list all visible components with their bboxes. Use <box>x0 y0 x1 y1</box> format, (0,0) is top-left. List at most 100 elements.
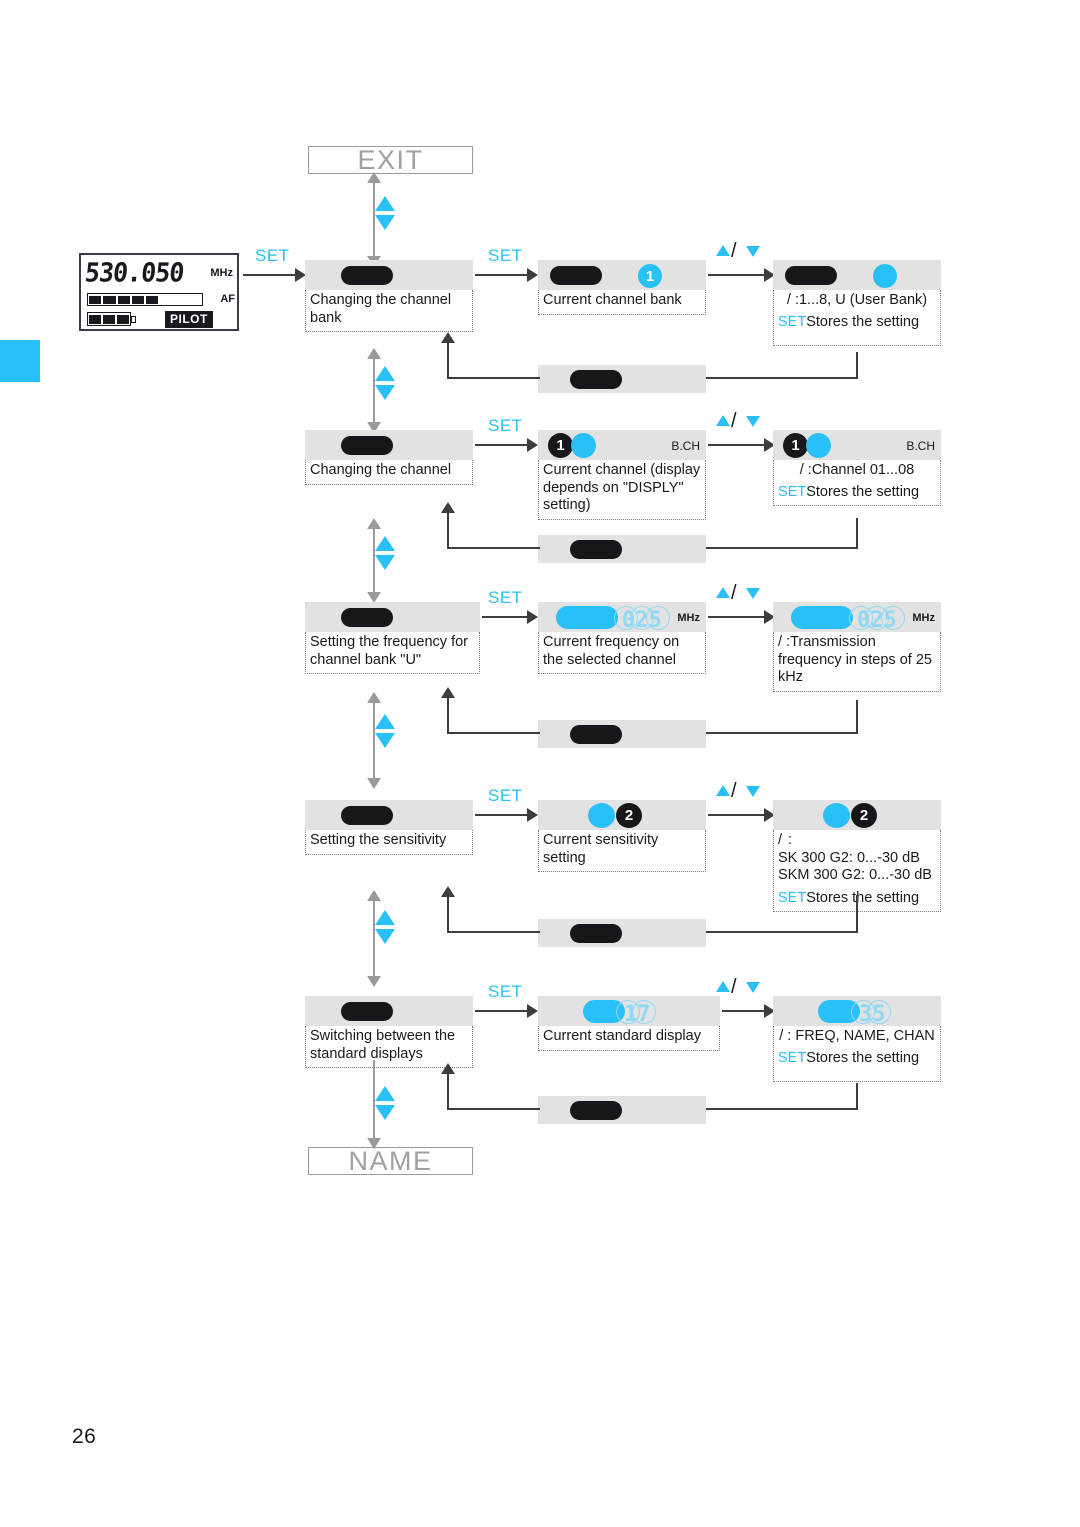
current-cell-channel-bank[interactable]: 1 Current channel bank <box>538 260 706 315</box>
return-cell-row4[interactable] <box>538 919 706 947</box>
current-screen-frequency: 025 MHz <box>538 602 706 632</box>
frequency-blink-field-icon <box>556 606 618 629</box>
menu-screen-channel <box>305 430 473 460</box>
ghost-digits-frequency: 025 <box>622 608 662 633</box>
edit-value-frequency: :Transmission frequency in steps of 25 k… <box>778 634 932 685</box>
lcd-to-menu-line <box>243 274 295 276</box>
down-arrow-icon-row5 <box>746 982 760 993</box>
up-arrow-icon-r1r2 <box>375 366 395 381</box>
down-arrow-icon-row2 <box>746 416 760 427</box>
menu-cell-frequency[interactable]: Setting the frequency for channel bank "… <box>305 602 480 674</box>
pill-glyph-icon <box>785 266 837 285</box>
current-cell-sensitivity[interactable]: 2 Current sensitivity setting <box>538 800 706 872</box>
row2-set-arrowhead <box>527 438 538 452</box>
menu-cell-channel[interactable]: Changing the channel <box>305 430 473 485</box>
updown-separator-row5: / <box>731 976 737 998</box>
return-screen-row4 <box>538 919 706 947</box>
current-screen-sensitivity: 2 <box>538 800 706 830</box>
set-label-entry: SET <box>255 246 290 265</box>
up-arrow-icon-row2 <box>716 415 730 426</box>
channel-badge-dark: 1 <box>783 433 808 458</box>
menu-caption-standard-display: Switching between the standard displays <box>305 1026 473 1068</box>
up-arrow-icon-r3r4 <box>375 714 395 729</box>
edit-value-channel-bank: :1...8, U (User Bank) <box>794 292 928 308</box>
edit-cell-channel[interactable]: 1 B.CH / :Channel 01...08 SETStores the … <box>773 430 941 506</box>
current-caption-channel: Current channel (display depends on "DIS… <box>538 460 706 520</box>
ghost-digits-standard-display: 17 <box>624 1002 651 1027</box>
up-arrow-icon-r2r3 <box>375 536 395 551</box>
row4-set-line <box>475 814 527 816</box>
edit-screen-channel-bank <box>773 260 941 290</box>
pill-glyph-icon <box>570 1101 622 1120</box>
updown-separator-row4: / <box>731 780 737 802</box>
menu-screen-standard-display <box>305 996 473 1026</box>
pill-glyph-icon <box>341 806 393 825</box>
frequency-blink-field-icon <box>791 606 853 629</box>
sensitivity-line-sk: SK 300 G2: 0...-30 dB <box>778 849 920 866</box>
return-cell-row3[interactable] <box>538 720 706 748</box>
edit-cell-frequency[interactable]: 025 MHz / :Transmission frequency in ste… <box>773 602 941 692</box>
pilot-indicator: PILOT <box>165 311 213 328</box>
updown-separator-row3: / <box>731 582 737 604</box>
menu-cell-channel-bank[interactable]: Changing the channel bank <box>305 260 473 332</box>
row3-return-horiz-left <box>447 732 540 734</box>
current-screen-channel-bank: 1 <box>538 260 706 290</box>
screen-mhz-label: MHz <box>912 612 935 624</box>
down-arrow-icon-r1r2 <box>375 385 395 400</box>
current-cell-frequency[interactable]: 025 MHz Current frequency on the selecte… <box>538 602 706 674</box>
row2-edit-line <box>708 444 764 446</box>
down-arrow-icon-row1 <box>746 246 760 257</box>
current-cell-standard-display[interactable]: 17 Current standard display <box>538 996 720 1051</box>
return-cell-row5[interactable] <box>538 1096 706 1124</box>
pill-glyph-icon <box>570 540 622 559</box>
set-label-row4: SET <box>488 786 523 805</box>
lcd-battery-row: PILOT <box>87 311 235 329</box>
row2-set-line <box>475 444 527 446</box>
row3-return-down <box>856 700 858 734</box>
row3-row4-arrow-up <box>367 692 381 703</box>
store-set-tag-row4: SET <box>778 889 807 906</box>
edit-cell-standard-display[interactable]: 35 / : FREQ, NAME, CHAN SETStores the se… <box>773 996 941 1082</box>
current-cell-channel[interactable]: 1 B.CH Current channel (display depends … <box>538 430 706 520</box>
row1-edit-line <box>708 274 764 276</box>
battery-tip-icon <box>131 316 136 323</box>
store-set-tag-row5: SET <box>778 1049 807 1066</box>
menu-caption-sensitivity: Setting the sensitivity <box>305 830 473 855</box>
lcd-frequency-value: 530.050 <box>83 256 185 288</box>
down-arrow-icon-exit <box>375 215 395 230</box>
up-arrow-icon-r4r5 <box>375 910 395 925</box>
down-arrow-icon-r2r3 <box>375 555 395 570</box>
store-text-row1: Stores the setting <box>806 313 920 330</box>
store-set-tag-row2: SET <box>778 483 807 500</box>
set-label-row5: SET <box>488 982 523 1001</box>
edit-screen-standard-display: 35 <box>773 996 941 1026</box>
pill-glyph-icon <box>570 924 622 943</box>
set-label-row1: SET <box>488 246 523 265</box>
page-edge-tab <box>0 340 40 382</box>
row1-set-arrowhead <box>527 268 538 282</box>
pill-glyph-icon <box>341 608 393 627</box>
return-cell-row1[interactable] <box>538 365 706 393</box>
row1-set-line <box>475 274 527 276</box>
current-caption-frequency: Current frequency on the selected channe… <box>538 632 706 674</box>
down-arrow-icon-row3 <box>746 588 760 599</box>
edit-cell-channel-bank[interactable]: / :1...8, U (User Bank) SETStores the se… <box>773 260 941 346</box>
exit-terminal-label: EXIT <box>357 144 424 175</box>
ghost-digits-frequency: 025 <box>857 608 897 633</box>
down-arrow-icon-r3r4 <box>375 733 395 748</box>
updown-separator-row2: / <box>731 410 737 432</box>
edit-caption-channel-bank: / :1...8, U (User Bank) SETStores the se… <box>773 290 941 346</box>
edit-caption-standard-display: / : FREQ, NAME, CHAN SETStores the setti… <box>773 1026 941 1082</box>
screen-corner-label-bch: B.CH <box>671 439 700 453</box>
menu-cell-standard-display[interactable]: Switching between the standard displays <box>305 996 473 1068</box>
row3-edit-line <box>708 616 764 618</box>
sensitivity-badge-dark: 2 <box>616 803 642 828</box>
return-cell-row2[interactable] <box>538 535 706 563</box>
up-arrow-icon-name <box>375 1086 395 1101</box>
row5-set-arrowhead <box>527 1004 538 1018</box>
row4-return-arrowhead <box>441 886 455 897</box>
current-caption-sensitivity: Current sensitivity setting <box>538 830 706 872</box>
menu-cell-sensitivity[interactable]: Setting the sensitivity <box>305 800 473 855</box>
current-screen-channel: 1 B.CH <box>538 430 706 460</box>
exit-link-arrow-up <box>367 172 381 183</box>
